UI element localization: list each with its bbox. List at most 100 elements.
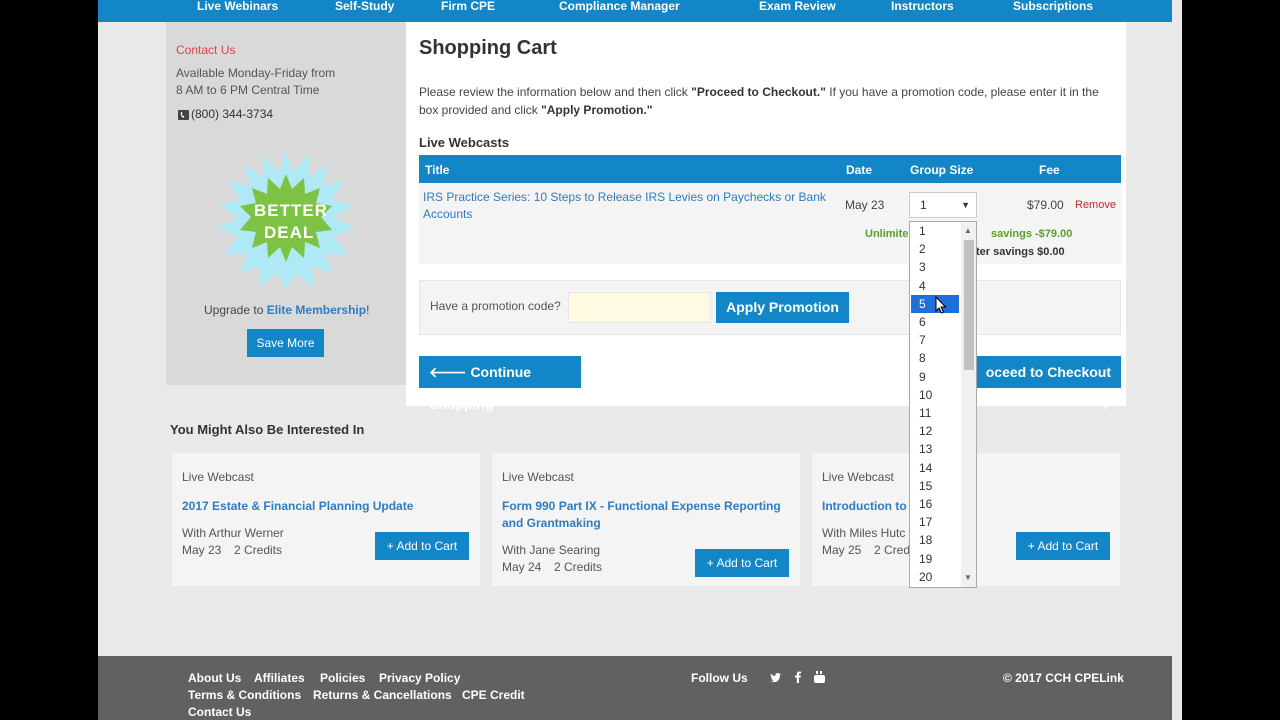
twitter-icon[interactable] xyxy=(770,673,781,682)
badge-line-2: DEAL xyxy=(264,223,315,242)
group-size-select[interactable]: 1 ▼ xyxy=(909,192,977,218)
add-to-cart-label: Add to Cart xyxy=(396,539,458,553)
header-date: Date xyxy=(846,163,873,177)
recommendation-card: Live Webcast 2017 Estate & Financial Pla… xyxy=(172,453,480,586)
page: Live Webinars Self-Study Firm CPE Compli… xyxy=(98,0,1182,720)
dropdown-option[interactable]: 12 xyxy=(911,422,959,440)
nav-live-webinars[interactable]: Live Webinars xyxy=(197,0,278,12)
cart-panel: Shopping Cart Please review the informat… xyxy=(406,22,1126,412)
savings-value: savings -$79.00 xyxy=(991,228,1073,240)
nav-exam-review[interactable]: Exam Review xyxy=(759,0,836,12)
cart-intro: Please review the information below and … xyxy=(419,83,1119,119)
nav-instructors[interactable]: Instructors xyxy=(891,0,954,12)
recommendations-title: You Might Also Be Interested In xyxy=(170,422,365,437)
apply-promotion-button[interactable]: Apply Promotion xyxy=(716,292,849,323)
recommendation-card: Live Webcast Form 990 Part IX - Function… xyxy=(492,453,800,586)
dropdown-option[interactable]: 13 xyxy=(911,440,959,458)
footer-link-privacy[interactable]: Privacy Policy xyxy=(379,671,460,685)
phone-icon xyxy=(178,110,189,120)
intro-part-1: Please review the information below and … xyxy=(419,85,692,99)
dropdown-option[interactable]: 7 xyxy=(911,331,959,349)
footer-link-contact[interactable]: Contact Us xyxy=(188,705,251,719)
dropdown-option[interactable]: 20 xyxy=(911,568,959,586)
card-credits: 2 Credits xyxy=(234,543,283,557)
nav-self-study[interactable]: Self-Study xyxy=(335,0,394,12)
footer-link-cpe-credit[interactable]: CPE Credit xyxy=(462,688,525,702)
sidebar: Contact Us Available Monday-Friday from … xyxy=(166,22,406,385)
table-row: IRS Practice Series: 10 Steps to Release… xyxy=(419,183,1121,264)
nav-firm-cpe[interactable]: Firm CPE xyxy=(441,0,495,12)
footer-link-policies[interactable]: Policies xyxy=(320,671,365,685)
dropdown-scrollbar[interactable]: ▲ ▼ xyxy=(961,222,976,587)
dropdown-option[interactable]: 9 xyxy=(911,368,959,386)
youtube-icon[interactable] xyxy=(814,671,825,683)
footer-link-about[interactable]: About Us xyxy=(188,671,241,685)
dropdown-option[interactable]: 15 xyxy=(911,477,959,495)
course-title-link[interactable]: IRS Practice Series: 10 Steps to Release… xyxy=(423,189,833,223)
card-presenter: With Miles Hutc xyxy=(822,526,906,540)
save-more-button[interactable]: Save More xyxy=(247,329,324,357)
card-date: May 23 xyxy=(182,543,222,557)
dropdown-option[interactable]: 10 xyxy=(911,386,959,404)
plus-icon: + xyxy=(1027,539,1035,553)
remove-link[interactable]: Remove xyxy=(1075,199,1116,211)
group-size-dropdown[interactable]: 1 2 3 4 5 6 7 8 9 10 11 12 13 14 15 16 17 18 19 20 ▲ ▼ xyxy=(909,221,977,588)
footer-link-returns[interactable]: Returns & Cancellations xyxy=(313,688,452,702)
upgrade-text: Upgrade to Elite Membership! xyxy=(204,303,369,317)
header-fee: Fee xyxy=(1039,163,1060,177)
add-to-cart-button[interactable]: + Add to Cart xyxy=(375,532,469,560)
savings-label: Unlimite xyxy=(865,228,909,240)
add-to-cart-label: Add to Cart xyxy=(1037,539,1099,553)
add-to-cart-button[interactable]: + Add to Cart xyxy=(1016,532,1110,560)
dropdown-option[interactable]: 1 xyxy=(911,222,959,240)
section-title: Live Webcasts xyxy=(419,135,510,150)
dropdown-option[interactable]: 14 xyxy=(911,459,959,477)
promo-box: Have a promotion code? Apply Promotion xyxy=(419,280,1121,335)
dropdown-option[interactable]: 6 xyxy=(911,313,959,331)
dropdown-option[interactable]: 4 xyxy=(911,277,959,295)
dropdown-option[interactable]: 2 xyxy=(911,240,959,258)
card-presenter: With Arthur Werner xyxy=(182,526,284,540)
card-title-link[interactable]: Form 990 Part IX - Functional Expense Re… xyxy=(502,498,782,532)
dropdown-option[interactable]: 18 xyxy=(911,531,959,549)
card-credits: 2 Credits xyxy=(554,560,603,574)
footer: About Us Affiliates Policies Privacy Pol… xyxy=(98,656,1172,720)
continue-shopping-button[interactable]: 🡐 Continue Shopping xyxy=(419,356,581,412)
contact-title[interactable]: Contact Us xyxy=(176,43,235,57)
proceed-checkout-button[interactable]: oceed to Checkout 🡒 xyxy=(966,356,1121,412)
intro-bold-2: "Apply Promotion." xyxy=(541,103,653,117)
elite-membership-link[interactable]: Elite Membership xyxy=(267,303,366,317)
upgrade-prefix: Upgrade to xyxy=(204,303,267,317)
dropdown-option[interactable]: 17 xyxy=(911,513,959,531)
follow-us-label: Follow Us xyxy=(691,671,748,685)
savings-total: ter savings $0.00 xyxy=(976,246,1065,258)
add-to-cart-button[interactable]: + Add to Cart xyxy=(695,549,789,577)
arrow-right-icon: 🡒 xyxy=(1073,396,1111,412)
promo-code-input[interactable] xyxy=(568,292,711,323)
card-type: Live Webcast xyxy=(822,470,894,484)
dropdown-scroll-thumb[interactable] xyxy=(964,240,974,370)
table-header: Title Date Group Size Fee xyxy=(419,155,1121,183)
card-presenter: With Jane Searing xyxy=(502,543,601,557)
dropdown-option[interactable]: 3 xyxy=(911,258,959,276)
arrow-left-icon: 🡐 xyxy=(429,364,467,380)
footer-link-terms[interactable]: Terms & Conditions xyxy=(188,688,301,702)
card-credits: 2 Cred xyxy=(874,543,911,557)
nav-subscriptions[interactable]: Subscriptions xyxy=(1013,0,1093,12)
phone-number: (800) 344-3734 xyxy=(191,107,274,121)
chevron-down-icon: ▼ xyxy=(961,200,970,210)
footer-link-affiliates[interactable]: Affiliates xyxy=(254,671,305,685)
scroll-up-icon[interactable]: ▲ xyxy=(964,226,972,235)
scroll-down-icon[interactable]: ▼ xyxy=(964,573,972,582)
dropdown-option[interactable]: 11 xyxy=(911,404,959,422)
intro-bold-1: "Proceed to Checkout." xyxy=(691,85,826,99)
nav-compliance-manager[interactable]: Compliance Manager xyxy=(559,0,680,12)
badge-line-1: BETTER xyxy=(254,201,328,220)
group-size-value: 1 xyxy=(920,198,927,212)
facebook-icon[interactable] xyxy=(795,671,801,683)
dropdown-option[interactable]: 19 xyxy=(911,550,959,568)
dropdown-option[interactable]: 16 xyxy=(911,495,959,513)
dropdown-option[interactable]: 8 xyxy=(911,349,959,367)
card-title-link[interactable]: 2017 Estate & Financial Planning Update xyxy=(182,498,462,515)
top-nav: Live Webinars Self-Study Firm CPE Compli… xyxy=(98,0,1172,22)
